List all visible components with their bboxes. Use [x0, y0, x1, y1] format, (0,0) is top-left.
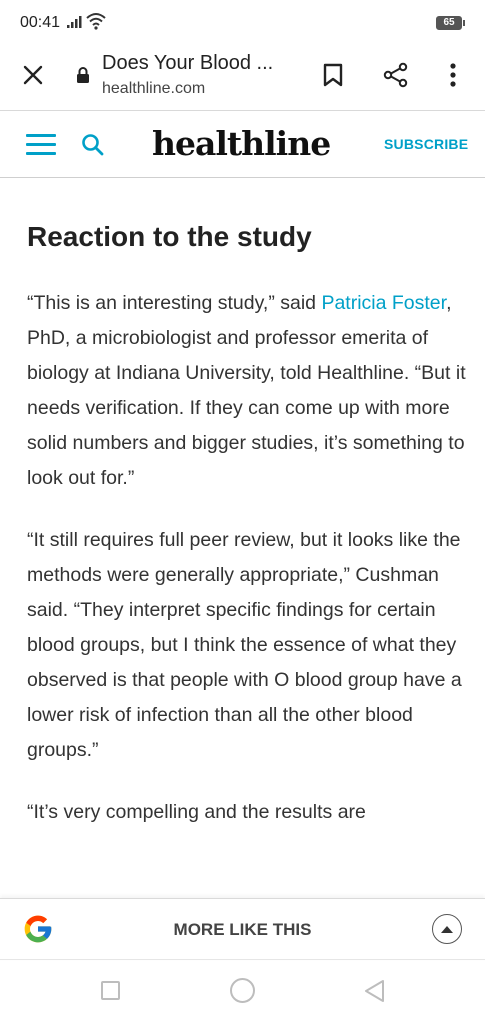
site-header: healthline SUBSCRIBE	[0, 112, 485, 178]
article-body: Reaction to the study “This is an intere…	[27, 218, 467, 857]
search-button[interactable]	[80, 132, 106, 158]
section-heading: Reaction to the study	[27, 221, 312, 252]
bookmark-button[interactable]	[318, 58, 348, 92]
back-button[interactable]	[363, 979, 387, 1003]
chevron-up-icon	[441, 926, 453, 933]
lock-icon	[77, 67, 89, 83]
status-time: 00:41	[20, 14, 61, 31]
expand-button[interactable]	[432, 914, 462, 944]
hamburger-line	[26, 143, 56, 146]
site-logo[interactable]: healthline	[152, 124, 331, 163]
share-icon	[383, 62, 408, 88]
paragraph: “It’s very compelling and the results ar…	[27, 801, 366, 823]
paragraph: “It still requires full peer review, but…	[27, 529, 462, 761]
close-icon	[23, 65, 43, 85]
recent-apps-button[interactable]	[101, 981, 120, 1000]
paragraph-text: “This is an interesting study,” said	[27, 292, 322, 314]
subscribe-link[interactable]: SUBSCRIBE	[384, 136, 468, 152]
page-domain[interactable]: healthline.com	[102, 80, 205, 98]
share-button[interactable]	[380, 58, 412, 92]
more-options-button[interactable]	[440, 58, 466, 92]
battery-indicator: 65	[436, 16, 462, 30]
hamburger-icon	[26, 134, 56, 137]
system-nav-bar	[0, 961, 485, 1023]
more-like-this-bar[interactable]: MORE LIKE THIS	[0, 898, 485, 960]
browser-toolbar: Does Your Blood ... healthline.com	[0, 44, 485, 111]
status-bar: 00:41 65	[0, 0, 485, 44]
close-button[interactable]	[16, 58, 50, 92]
paragraph: “This is an interesting study,” said Pat…	[27, 286, 467, 496]
home-button[interactable]	[230, 978, 255, 1003]
paragraph-text: , PhD, a microbiologist and professor em…	[27, 292, 466, 489]
battery-tip	[463, 20, 465, 26]
search-icon	[82, 134, 104, 156]
hamburger-menu-button[interactable]	[26, 134, 56, 156]
page-title[interactable]: Does Your Blood ...	[102, 52, 273, 75]
hamburger-line	[26, 152, 56, 155]
signal-icon	[67, 16, 82, 28]
wifi-icon	[86, 13, 106, 30]
more-vert-icon	[450, 63, 456, 87]
more-like-this-label: MORE LIKE THIS	[173, 920, 312, 939]
bookmark-icon	[323, 63, 343, 87]
patricia-foster-link[interactable]: Patricia Foster	[321, 292, 446, 314]
